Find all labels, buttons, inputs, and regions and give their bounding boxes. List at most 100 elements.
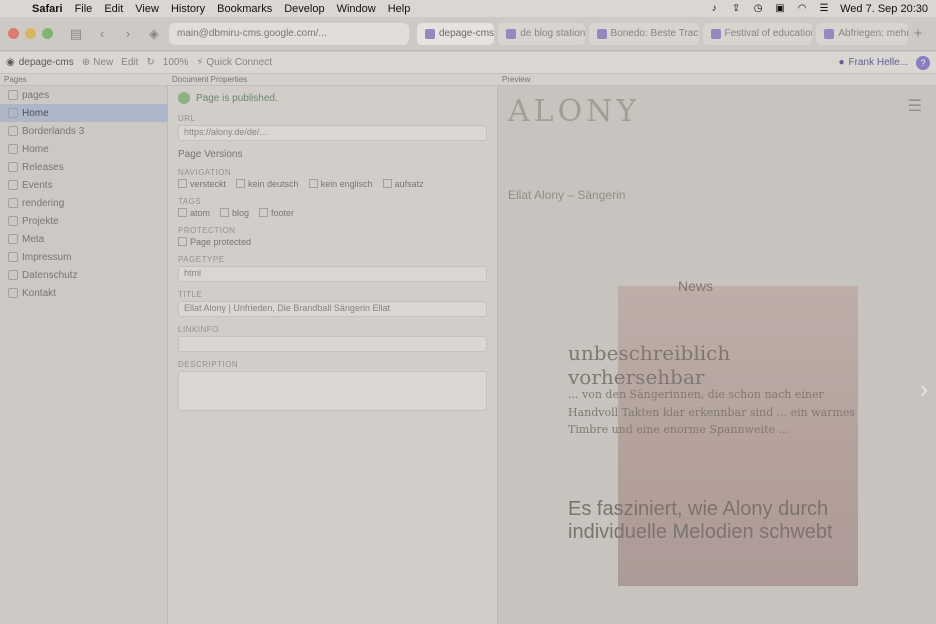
menu-file[interactable]: File [69, 3, 99, 15]
page-tree-item[interactable]: Meta [0, 230, 167, 248]
edit-button[interactable]: Edit [121, 57, 138, 68]
tags-row: TAGS atom blog footer [168, 193, 497, 222]
url-field[interactable]: https://alony.de/de/... [178, 125, 487, 141]
zoom-window-button[interactable] [42, 28, 53, 39]
menu-bookmarks[interactable]: Bookmarks [211, 3, 278, 15]
reload-button[interactable]: ↻ [146, 57, 154, 68]
menu-history[interactable]: History [165, 3, 211, 15]
wifi-icon[interactable]: ◠ [796, 3, 808, 14]
clock[interactable]: Wed 7. Sep 20:30 [840, 3, 928, 15]
description-field[interactable] [178, 371, 487, 411]
page-tree-item[interactable]: Home [0, 104, 167, 122]
page-tree-item[interactable]: Projekte [0, 212, 167, 230]
navigation-checkboxes: versteckt kein deutsch kein englisch auf… [178, 179, 487, 189]
tab-label: de blog station [520, 28, 585, 39]
tab-blog-station[interactable]: de blog station [498, 22, 585, 45]
close-window-button[interactable] [8, 28, 19, 39]
forward-icon[interactable]: › [117, 23, 139, 45]
checkbox-aufsatz[interactable]: aufsatz [383, 179, 424, 189]
quick-connect-label: Quick Connect [206, 57, 272, 68]
publish-status: Page is published. [168, 86, 497, 110]
address-bar[interactable]: main@dbmiru-cms.google.com/... [169, 22, 409, 45]
minimize-window-button[interactable] [25, 28, 36, 39]
tab-label: Bonedo: Beste Tracks [610, 28, 699, 39]
page-tree-item[interactable]: Impressum [0, 248, 167, 266]
sidebar-icon[interactable]: ▤ [65, 23, 87, 45]
preview-panel-head: Preview [498, 74, 936, 86]
edit-label: Edit [121, 57, 139, 68]
checkbox-atom[interactable]: atom [178, 208, 210, 218]
menu-edit[interactable]: Edit [98, 3, 129, 15]
control-center-icon[interactable]: ☰ [818, 3, 830, 14]
title-row: TITLE Ellat Alony | Unfrieden, Die Brand… [168, 286, 497, 321]
page-tree-item[interactable]: Datenschutz [0, 266, 167, 284]
menu-icon[interactable]: ☰ [908, 96, 922, 116]
pagetype-select[interactable]: html [178, 266, 487, 282]
title-field[interactable]: Ellat Alony | Unfrieden, Die Brandball S… [178, 301, 487, 317]
pagetype-label: PAGETYPE [178, 255, 225, 264]
page-icon [8, 126, 18, 136]
cms-brand[interactable]: ◉ depage-cms [6, 57, 74, 68]
new-button[interactable]: ⊕ New [82, 57, 113, 68]
site-logo[interactable]: ALONY [508, 94, 640, 129]
user-menu[interactable]: ● Frank Helle... [838, 57, 908, 68]
reload-icon: ↻ [146, 57, 155, 68]
checkbox-kein-englisch[interactable]: kein englisch [309, 179, 373, 189]
checkbox-versteckt[interactable]: versteckt [178, 179, 226, 189]
help-button[interactable]: ? [916, 55, 930, 70]
audio-icon[interactable]: ♪ [708, 3, 720, 14]
navigation-label: NAVIGATION [178, 168, 232, 177]
news-heading: News [678, 278, 714, 294]
navigation-row: NAVIGATION versteckt kein deutsch kein e… [168, 164, 497, 193]
page-tree-item[interactable]: rendering [0, 194, 167, 212]
page-tree-item[interactable]: Kontakt [0, 284, 167, 302]
page-tree-item[interactable]: Events [0, 176, 167, 194]
menu-window[interactable]: Window [331, 3, 382, 15]
zoom-select[interactable]: 100% [163, 57, 189, 68]
page-tree-item[interactable]: Releases [0, 158, 167, 176]
page-tree-item[interactable]: Home [0, 140, 167, 158]
share-icon[interactable]: ⇪ [730, 3, 742, 14]
tab-festival[interactable]: Festival of education [702, 22, 813, 45]
back-icon[interactable]: ‹ [91, 23, 113, 45]
checkbox-footer[interactable]: footer [259, 208, 294, 218]
menu-help[interactable]: Help [382, 3, 417, 15]
shield-icon[interactable]: ◈ [143, 23, 165, 45]
description-row: DESCRIPTION [168, 356, 497, 415]
status-text: Page is published. [196, 92, 278, 104]
tab-label: Festival of education [724, 28, 813, 39]
checkbox-kein-deutsch[interactable]: kein deutsch [236, 179, 299, 189]
window-icon[interactable]: ▣ [774, 3, 786, 14]
preview-frame[interactable]: ALONY ☰ Ellat Alony – Sängerin News unbe… [498, 86, 936, 624]
menu-view[interactable]: View [129, 3, 165, 15]
favicon-icon [824, 28, 835, 39]
page-tree-item[interactable]: Borderlands 3 [0, 122, 167, 140]
browser-toolbar: ▤ ‹ › ◈ main@dbmiru-cms.google.com/... d… [0, 17, 936, 51]
page-tree-label: Events [22, 179, 53, 191]
tab-bonedo[interactable]: Bonedo: Beste Tracks [588, 22, 699, 45]
title-label: TITLE [178, 290, 203, 299]
page-icon [8, 108, 18, 118]
page-icon [8, 180, 18, 190]
checkbox-blog[interactable]: blog [220, 208, 249, 218]
page-icon [8, 90, 18, 100]
menu-develop[interactable]: Develop [278, 3, 330, 15]
tab-abfriegen[interactable]: Abfriegen: mehr [816, 22, 908, 45]
page-versions-link[interactable]: Page Versions [178, 149, 487, 160]
tab-depage-cms[interactable]: depage-cms [417, 22, 495, 45]
quick-connect-button[interactable]: ⚡ Quick Connect [196, 57, 272, 68]
tab-label: depage-cms [439, 28, 495, 39]
new-tab-button[interactable]: + [908, 25, 928, 42]
menu-safari[interactable]: Safari [26, 3, 69, 15]
favicon-icon [596, 28, 607, 39]
page-tree-item[interactable]: pages [0, 86, 167, 104]
page-icon [8, 288, 18, 298]
tags-label: TAGS [178, 197, 202, 206]
time-machine-icon[interactable]: ◷ [752, 3, 764, 14]
next-slide-icon[interactable]: › [920, 376, 928, 404]
checkbox-page-protected[interactable]: Page protected [178, 237, 251, 247]
linkinfo-field[interactable] [178, 336, 487, 352]
page-tree-label: Meta [22, 233, 45, 245]
linkinfo-row: LINKINFO [168, 321, 497, 356]
page-tree-label: Kontakt [22, 287, 56, 299]
